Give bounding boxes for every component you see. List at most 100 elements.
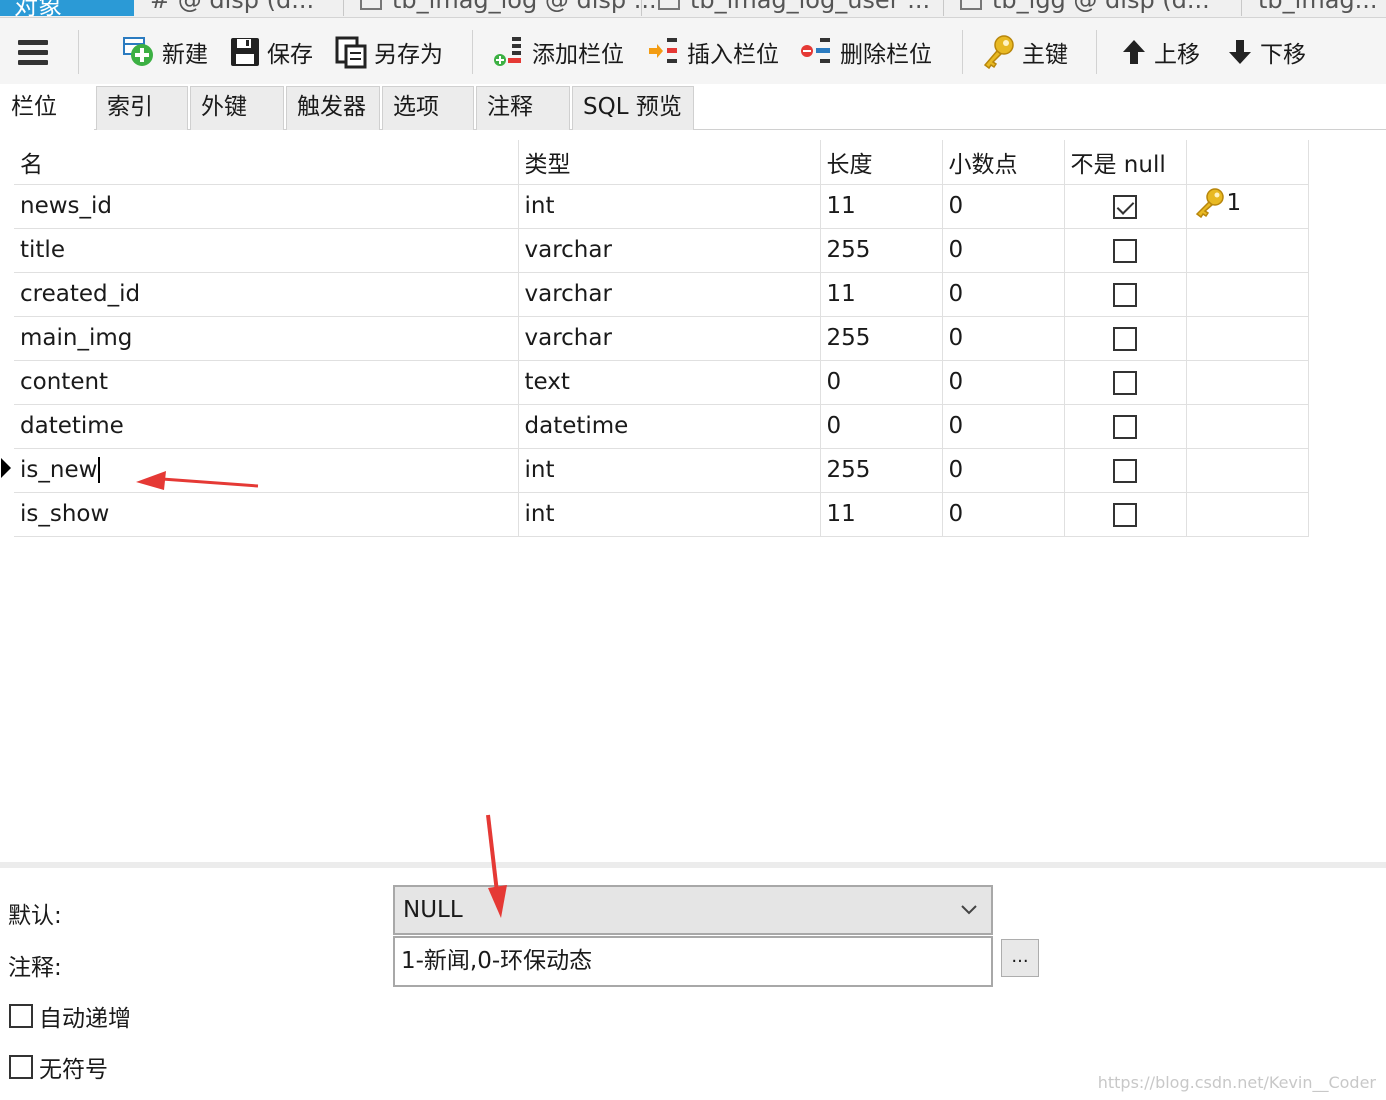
not-null-checkbox[interactable] (1113, 238, 1137, 263)
column-header-not-null[interactable]: 不是 null (1064, 140, 1187, 185)
field-length-cell[interactable]: 255 (820, 316, 943, 361)
doc-tab-6[interactable]: tb_imag... (1244, 0, 1386, 16)
field-length-text: 0 (826, 369, 842, 395)
tab-fields[interactable]: 栏位 (0, 86, 94, 132)
field-name-cell[interactable]: datetime (14, 404, 519, 449)
insert-field-button[interactable]: 插入栏位 (647, 34, 779, 70)
delete-field-icon (801, 38, 830, 63)
table-row[interactable]: main_img varchar 255 0 (14, 316, 1309, 361)
field-type-cell[interactable]: varchar (518, 272, 821, 317)
not-null-cell (1064, 316, 1187, 361)
table-row[interactable]: content text 0 0 (14, 360, 1309, 405)
field-name-cell[interactable]: is_new (14, 448, 519, 493)
not-null-checkbox[interactable] (1113, 458, 1137, 483)
primary-key-button[interactable]: 主键 (982, 34, 1068, 70)
field-name-cell[interactable]: title (14, 228, 519, 273)
delete-field-button[interactable]: 删除栏位 (800, 34, 932, 70)
arrow-up-icon (1123, 40, 1145, 64)
field-name-cell[interactable]: is_show (14, 492, 519, 537)
doc-tab-objects[interactable]: 对象 (0, 0, 134, 17)
field-decimals-cell[interactable]: 0 (942, 360, 1065, 405)
save-button[interactable]: 保存 (229, 34, 313, 70)
column-header-type[interactable]: 类型 (518, 140, 821, 185)
field-length-cell[interactable]: 0 (820, 360, 943, 405)
field-length-cell[interactable]: 11 (820, 272, 943, 317)
field-type-cell[interactable]: datetime (518, 404, 821, 449)
save-icon (231, 38, 259, 66)
field-decimals-text: 0 (948, 369, 964, 395)
document-tab-strip: 对象 # @ disp (d... tb_imag_log @ disp ...… (0, 0, 1386, 18)
field-length-cell[interactable]: 11 (820, 492, 943, 537)
field-decimals-cell[interactable]: 0 (942, 184, 1065, 229)
tab-indexes[interactable]: 索引 (96, 86, 188, 130)
field-length-text: 11 (826, 281, 856, 307)
field-type-cell[interactable]: varchar (518, 228, 821, 273)
tab-sql-preview[interactable]: SQL 预览 (572, 86, 694, 130)
column-header-decimals[interactable]: 小数点 (942, 140, 1065, 185)
field-name-cell[interactable]: main_img (14, 316, 519, 361)
not-null-checkbox[interactable] (1113, 326, 1137, 351)
move-down-button[interactable]: 下移 (1226, 34, 1306, 70)
field-decimals-text: 0 (948, 501, 964, 527)
field-decimals-cell[interactable]: 0 (942, 492, 1065, 537)
field-name-cell[interactable]: news_id (14, 184, 519, 229)
field-length-cell[interactable]: 255 (820, 228, 943, 273)
doc-tab-5[interactable]: tb_lgg @ disp (d... (946, 0, 1242, 16)
field-length-text: 0 (826, 413, 842, 439)
field-type-cell[interactable]: varchar (518, 316, 821, 361)
field-length-text: 255 (826, 457, 871, 483)
field-length-text: 11 (826, 501, 856, 527)
doc-tab-3[interactable]: tb_imag_log @ disp ... (346, 0, 657, 16)
doc-tab-4[interactable]: tb_imag_log_user ... (644, 0, 944, 16)
field-type-cell[interactable]: int (518, 492, 821, 537)
field-decimals-cell[interactable]: 0 (942, 448, 1065, 493)
move-up-button[interactable]: 上移 (1120, 34, 1200, 70)
unsigned-option[interactable]: 无符号 (9, 1050, 108, 1084)
not-null-checkbox[interactable] (1113, 414, 1137, 439)
not-null-checkbox[interactable] (1113, 370, 1137, 395)
field-decimals-cell[interactable]: 0 (942, 316, 1065, 361)
field-name-cell[interactable]: created_id (14, 272, 519, 317)
field-name-cell[interactable]: content (14, 360, 519, 405)
field-length-cell[interactable]: 11 (820, 184, 943, 229)
not-null-checkbox[interactable] (1113, 502, 1137, 527)
table-row[interactable]: title varchar 255 0 (14, 228, 1309, 273)
field-decimals-cell[interactable]: 0 (942, 272, 1065, 317)
field-decimals-cell[interactable]: 0 (942, 404, 1065, 449)
column-header-name[interactable]: 名 (14, 140, 519, 185)
table-icon (360, 0, 382, 10)
field-length-cell[interactable]: 0 (820, 404, 943, 449)
not-null-checkbox[interactable] (1113, 194, 1137, 219)
field-name-text: datetime (20, 413, 124, 439)
default-select[interactable]: NULL (393, 885, 993, 935)
menu-icon[interactable] (18, 40, 48, 66)
table-row[interactable]: datetime datetime 0 0 (14, 404, 1309, 449)
insert-field-icon (649, 38, 677, 63)
table-row[interactable]: news_id int 11 0 1 (14, 184, 1309, 229)
table-row[interactable]: is_show int 11 0 (14, 492, 1309, 537)
doc-tab-2[interactable]: # @ disp (d... (136, 0, 344, 16)
comment-edit-button[interactable]: ... (1001, 939, 1039, 977)
unsigned-checkbox[interactable] (9, 1055, 33, 1079)
save-as-button[interactable]: 另存为 (334, 34, 443, 70)
tab-options[interactable]: 选项 (382, 86, 474, 130)
tab-triggers[interactable]: 触发器 (286, 86, 380, 130)
field-length-text: 11 (826, 193, 856, 219)
column-header-length[interactable]: 长度 (820, 140, 943, 185)
field-type-cell[interactable]: text (518, 360, 821, 405)
field-decimals-cell[interactable]: 0 (942, 228, 1065, 273)
auto-increment-option[interactable]: 自动递增 (9, 999, 131, 1033)
tab-comment[interactable]: 注释 (476, 86, 570, 130)
add-field-button[interactable]: 添加栏位 (492, 34, 624, 70)
field-type-cell[interactable]: int (518, 448, 821, 493)
not-null-cell (1064, 184, 1187, 229)
field-length-cell[interactable]: 255 (820, 448, 943, 493)
not-null-checkbox[interactable] (1113, 282, 1137, 307)
field-type-cell[interactable]: int (518, 184, 821, 229)
table-row[interactable]: is_new int 255 0 (14, 448, 1309, 493)
auto-increment-checkbox[interactable] (9, 1004, 33, 1028)
new-button[interactable]: 新建 (122, 34, 208, 70)
tab-foreign-keys[interactable]: 外键 (190, 86, 284, 130)
table-row[interactable]: created_id varchar 11 0 (14, 272, 1309, 317)
comment-input[interactable]: 1-新闻,0-环保动态 (393, 936, 993, 987)
